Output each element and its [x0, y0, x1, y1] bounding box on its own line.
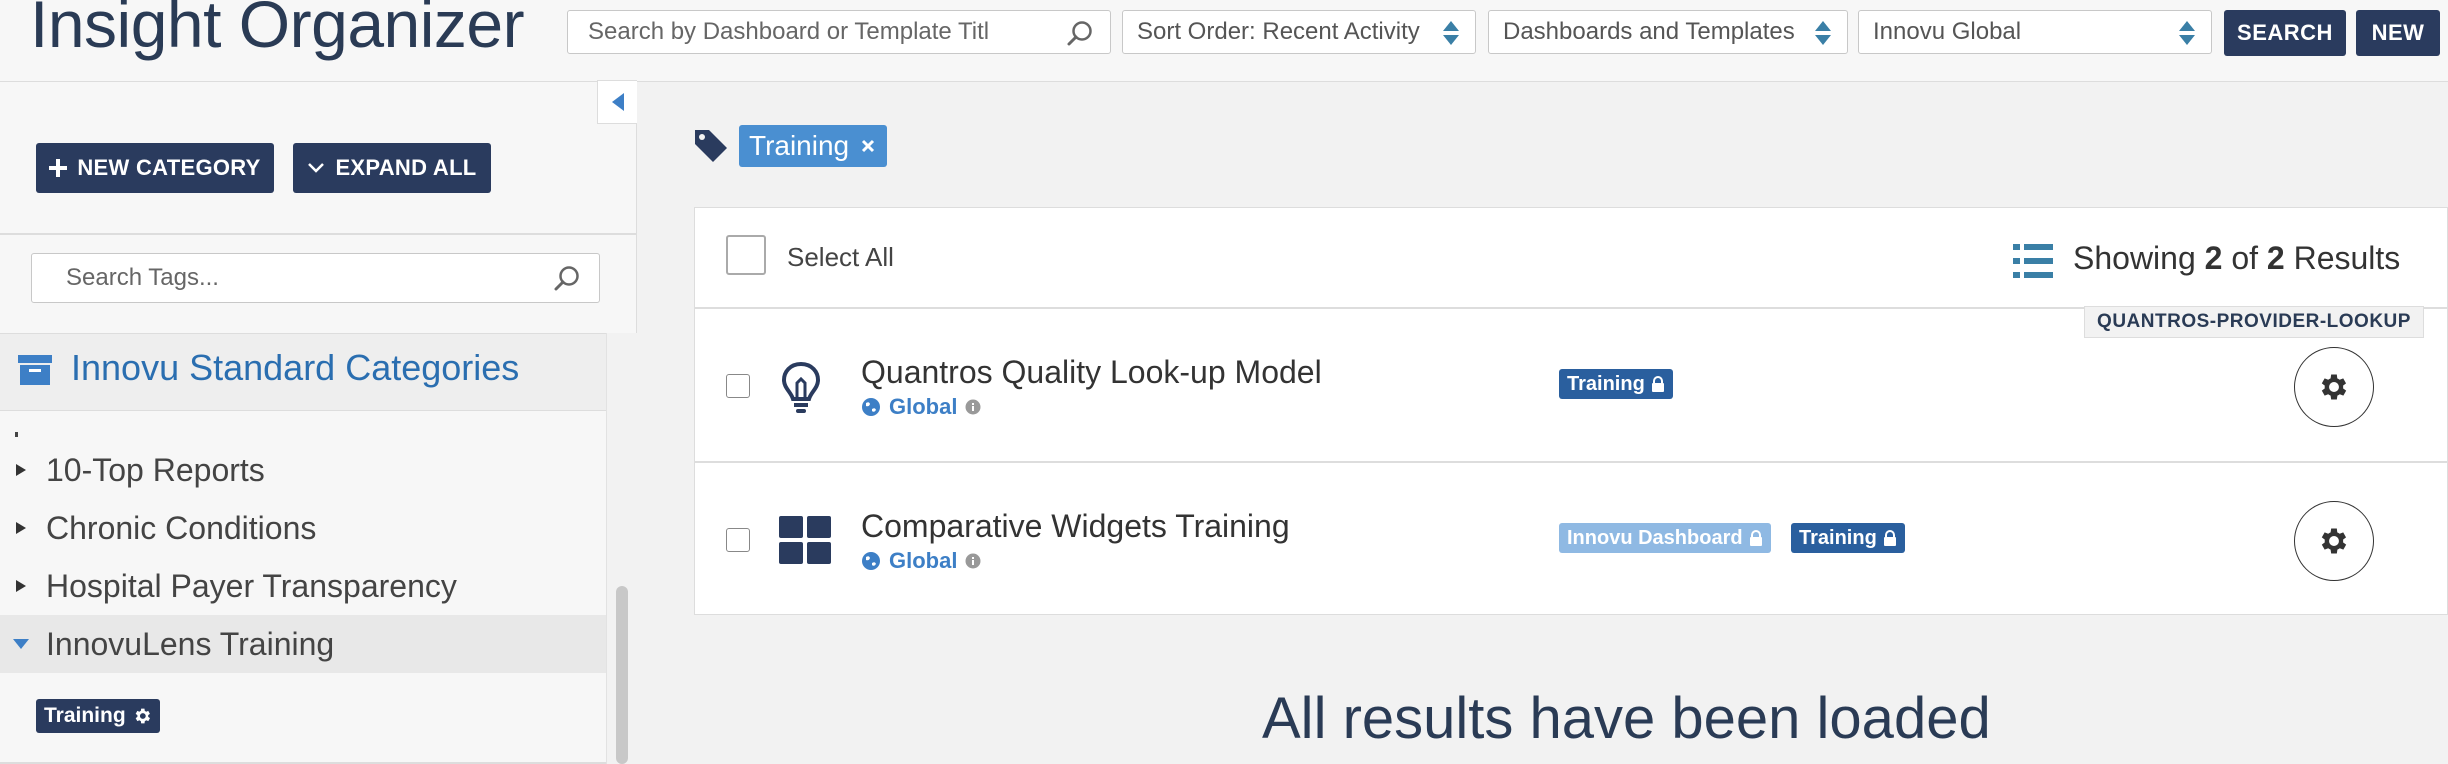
category-item-label: InnovuLens Training: [46, 625, 335, 662]
expand-all-label: EXPAND ALL: [335, 155, 477, 180]
sidebar-divider: [0, 233, 637, 235]
caret-down-icon: [13, 639, 29, 649]
result-scope: Global: [861, 548, 981, 574]
archive-box-icon: [18, 355, 52, 385]
badge-label: Training: [1799, 526, 1877, 549]
list-tick: [15, 432, 18, 437]
sort-arrows-icon: [2179, 21, 2195, 45]
dashboard-search-input[interactable]: [568, 18, 1110, 46]
result-scope-label: Global: [889, 548, 958, 573]
results-loaded-message: All results have been loaded: [1262, 686, 1991, 751]
sidebar-scrollbar-thumb[interactable]: [616, 586, 628, 764]
results-panel: Select All Showing 2 of 2 Results Quantr…: [694, 207, 2448, 615]
sort-order-label: Sort Order: Recent Activity: [1137, 18, 1420, 45]
showing-prefix: Showing: [2073, 240, 2196, 276]
showing-suffix: Results: [2293, 240, 2401, 276]
sort-order-select[interactable]: Sort Order: Recent Activity: [1122, 10, 1476, 54]
category-group-header[interactable]: Innovu Standard Categories: [0, 333, 606, 411]
select-all-label[interactable]: Select All: [787, 242, 894, 273]
badge-label: Innovu Dashboard: [1567, 526, 1743, 549]
gear-icon: [2321, 374, 2347, 400]
result-badge-innovu-dashboard: Innovu Dashboard: [1559, 523, 1771, 553]
globe-icon: [862, 552, 880, 570]
new-button[interactable]: NEW: [2356, 10, 2440, 56]
result-scope: Global: [861, 394, 981, 420]
collapse-sidebar-button[interactable]: [597, 80, 637, 124]
content-type-select[interactable]: Dashboards and Templates: [1488, 10, 1848, 54]
content-type-label: Dashboards and Templates: [1503, 18, 1795, 45]
category-group-title: Innovu Standard Categories: [71, 347, 520, 388]
showing-of: of: [2231, 240, 2259, 276]
active-filter-label: Training: [749, 130, 850, 161]
result-title[interactable]: Comparative Widgets Training: [861, 508, 1290, 545]
list-icon: [2013, 244, 2053, 278]
row-checkbox[interactable]: [726, 374, 750, 398]
tag-search-field[interactable]: Search Tags...: [31, 253, 600, 303]
globe-icon: [862, 398, 880, 416]
tag-icon: [695, 130, 727, 162]
result-badge-training: Training: [1559, 369, 1673, 399]
organization-label: Innovu Global: [1873, 18, 2022, 45]
category-item-label: Chronic Conditions: [46, 509, 317, 546]
dashboard-grid-icon: [779, 516, 831, 564]
result-settings-button[interactable]: [2294, 501, 2374, 581]
new-category-button[interactable]: NEW CATEGORY: [36, 143, 274, 193]
results-count: Showing 2 of 2 Results: [2073, 240, 2400, 277]
search-button[interactable]: SEARCH: [2224, 10, 2346, 56]
badge-label: Training: [1567, 372, 1645, 395]
sort-arrows-icon: [1443, 21, 1459, 45]
category-item-label: Hospital Payer Transparency: [46, 567, 457, 604]
close-icon[interactable]: [861, 139, 875, 153]
caret-right-icon: [16, 580, 26, 592]
sort-arrows-icon: [1815, 21, 1831, 45]
category-item-innovulens-training[interactable]: InnovuLens Training: [0, 615, 606, 673]
new-category-label: NEW CATEGORY: [77, 155, 261, 180]
showing-total: 2: [2266, 240, 2285, 276]
row-checkbox[interactable]: [726, 528, 750, 552]
caret-left-icon: [611, 93, 624, 111]
row-divider: [695, 461, 2448, 463]
info-icon[interactable]: [965, 399, 981, 415]
tag-search-placeholder[interactable]: Search Tags...: [66, 264, 219, 292]
lock-icon: [1883, 530, 1896, 546]
result-settings-button[interactable]: [2294, 347, 2374, 427]
child-tag-label: Training: [44, 704, 126, 727]
result-code-tooltip: QUANTROS-PROVIDER-LOOKUP: [2084, 306, 2424, 338]
result-scope-label: Global: [889, 394, 958, 419]
gear-icon[interactable]: [132, 706, 152, 726]
lightbulb-icon: [781, 361, 821, 413]
category-item-10-top-reports[interactable]: 10-Top Reports: [0, 441, 606, 499]
lock-icon: [1651, 376, 1664, 392]
category-item-hospital-payer-transparency[interactable]: Hospital Payer Transparency: [0, 557, 606, 615]
chevron-down-icon: [308, 163, 325, 173]
expand-all-button[interactable]: EXPAND ALL: [293, 143, 491, 193]
organization-select[interactable]: Innovu Global: [1858, 10, 2212, 54]
info-icon[interactable]: [965, 553, 981, 569]
showing-count: 2: [2204, 240, 2223, 276]
child-tag-training[interactable]: Training: [36, 699, 160, 733]
category-item-chronic-conditions[interactable]: Chronic Conditions: [0, 499, 606, 557]
caret-right-icon: [16, 464, 26, 476]
result-badge-training: Training: [1791, 523, 1905, 553]
category-item-label: 10-Top Reports: [46, 451, 265, 488]
result-title[interactable]: Quantros Quality Look-up Model: [861, 354, 1322, 391]
lock-icon: [1749, 530, 1762, 546]
caret-right-icon: [16, 522, 26, 534]
search-icon[interactable]: [1066, 20, 1094, 48]
search-icon[interactable]: [553, 265, 581, 293]
plus-icon: [49, 159, 68, 177]
active-filter-tag: Training: [739, 125, 888, 167]
gear-icon: [2321, 528, 2347, 554]
dashboard-search-field[interactable]: [567, 10, 1111, 54]
select-all-checkbox[interactable]: [726, 235, 766, 275]
